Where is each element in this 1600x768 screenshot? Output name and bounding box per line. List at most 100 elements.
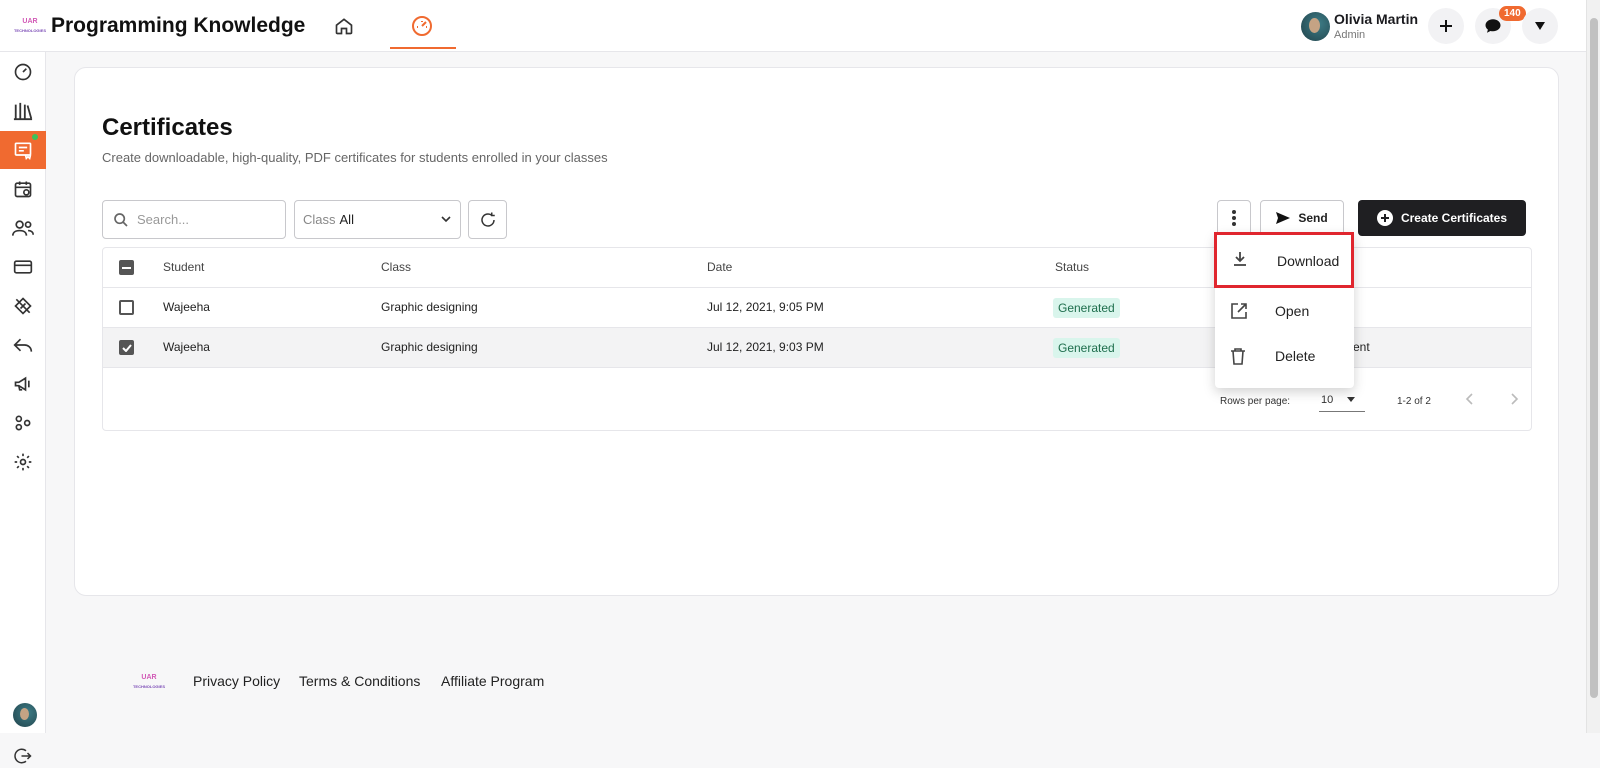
- sidebar-item-users[interactable]: [0, 209, 46, 247]
- pagination-info: 1-2 of 2: [1397, 396, 1431, 407]
- row-class: Graphic designing: [381, 340, 478, 354]
- kebab-menu-icon: [1232, 210, 1236, 226]
- column-header-student[interactable]: Student: [163, 260, 204, 274]
- account-menu-button[interactable]: [1522, 8, 1558, 44]
- select-all-checkbox[interactable]: [119, 260, 134, 275]
- menu-item-delete-label: Delete: [1275, 348, 1316, 364]
- rows-per-page-label: Rows per page:: [1220, 396, 1291, 407]
- logo-subtext: TECHNOLOGIES: [13, 28, 46, 33]
- sidebar-item-library[interactable]: [0, 92, 46, 130]
- brand-logo[interactable]: UAR TECHNOLOGIES: [12, 17, 48, 35]
- class-filter-value: All: [339, 212, 354, 227]
- search-box[interactable]: [102, 200, 286, 239]
- row-checkbox[interactable]: [119, 300, 134, 315]
- dashboard-icon[interactable]: [410, 14, 434, 38]
- dashboard-icon: [14, 63, 32, 81]
- page-scrollbar[interactable]: [1586, 0, 1600, 733]
- more-actions-button[interactable]: [1217, 200, 1251, 236]
- rows-per-page-select[interactable]: 10: [1319, 394, 1365, 412]
- send-button[interactable]: Send: [1260, 200, 1344, 236]
- open-external-icon: [1231, 303, 1247, 319]
- row-extra-text: ent: [1353, 340, 1370, 354]
- row-checkbox[interactable]: [119, 340, 134, 355]
- row-student: Wajeeha: [163, 340, 210, 354]
- footer-link-terms[interactable]: Terms & Conditions: [299, 673, 420, 689]
- menu-item-delete[interactable]: Delete: [1215, 335, 1354, 379]
- user-role: Admin: [1334, 29, 1366, 41]
- column-header-date[interactable]: Date: [707, 260, 732, 274]
- certificate-icon: [14, 142, 32, 160]
- add-button[interactable]: [1428, 8, 1464, 44]
- page-subtitle: Create downloadable, high-quality, PDF c…: [102, 150, 608, 165]
- chat-bubble-icon: [1485, 19, 1501, 33]
- chevron-down-icon: [441, 216, 451, 223]
- home-icon[interactable]: [332, 14, 356, 38]
- create-certificates-label: Create Certificates: [1400, 211, 1508, 225]
- actions-dropdown-menu: Download Open Delete: [1214, 232, 1354, 388]
- row-class: Graphic designing: [381, 300, 478, 314]
- notification-badge: 140: [1499, 6, 1526, 21]
- menu-item-open[interactable]: Open: [1215, 290, 1354, 334]
- integrations-icon: [15, 415, 31, 431]
- sidebar-item-dashboard[interactable]: [0, 53, 46, 91]
- chevron-left-icon[interactable]: [1463, 392, 1477, 406]
- sidebar-item-coupons[interactable]: [0, 287, 46, 325]
- top-bar: UAR TECHNOLOGIES Programming Knowledge O…: [0, 0, 1586, 52]
- class-filter-label: Class: [303, 212, 336, 227]
- column-header-status[interactable]: Status: [1055, 260, 1089, 274]
- footer-link-privacy[interactable]: Privacy Policy: [193, 673, 280, 689]
- send-icon: [1276, 212, 1291, 224]
- page-title: Certificates: [102, 114, 233, 141]
- sidebar-item-settings[interactable]: [0, 443, 46, 481]
- scrollbar-thumb[interactable]: [1590, 18, 1598, 698]
- checkmark-icon: [121, 343, 132, 352]
- user-avatar[interactable]: [1301, 12, 1330, 41]
- caret-down-icon: [1347, 397, 1355, 402]
- megaphone-icon: [14, 376, 30, 392]
- column-header-class[interactable]: Class: [381, 260, 411, 274]
- caret-down-icon: [1535, 22, 1545, 30]
- users-icon: [12, 220, 34, 236]
- footer-logo-subtext: TECHNOLOGIES: [132, 684, 165, 689]
- logo-text: UAR: [22, 18, 38, 25]
- settings-icon: [14, 453, 32, 471]
- sidebar-user-avatar[interactable]: [13, 703, 37, 727]
- reply-icon: [13, 338, 33, 352]
- credit-card-icon: [13, 260, 33, 274]
- search-icon: [114, 212, 128, 227]
- indeterminate-icon: [122, 266, 131, 269]
- sidebar-item-replies[interactable]: [0, 326, 46, 364]
- sidebar: [0, 52, 46, 764]
- status-badge: Generated: [1053, 338, 1120, 358]
- sidebar-item-certificates[interactable]: [0, 131, 46, 169]
- active-tab-indicator: [390, 47, 456, 49]
- send-label: Send: [1298, 211, 1328, 225]
- footer-logo[interactable]: UAR TECHNOLOGIES: [131, 673, 167, 691]
- class-filter-select[interactable]: Class All: [294, 200, 461, 239]
- row-student: Wajeeha: [163, 300, 210, 314]
- row-date: Jul 12, 2021, 9:05 PM: [707, 300, 824, 314]
- sidebar-item-integrations[interactable]: [0, 404, 46, 442]
- search-input[interactable]: [137, 212, 277, 227]
- refresh-button[interactable]: [468, 200, 507, 239]
- menu-item-download[interactable]: Download: [1214, 232, 1354, 288]
- footer-logo-text: UAR: [141, 674, 157, 681]
- chevron-right-icon[interactable]: [1507, 392, 1521, 406]
- menu-item-download-label: Download: [1277, 253, 1340, 269]
- app-title: Programming Knowledge: [51, 14, 306, 37]
- sidebar-item-calendar[interactable]: [0, 170, 46, 208]
- plus-circle-icon: [1376, 210, 1393, 226]
- footer-link-affiliate[interactable]: Affiliate Program: [441, 673, 544, 689]
- user-name[interactable]: Olivia Martin: [1334, 11, 1418, 27]
- rows-per-page-value: 10: [1321, 394, 1334, 406]
- download-icon: [1234, 252, 1246, 266]
- plus-icon: [1440, 20, 1452, 32]
- trash-icon: [1231, 348, 1245, 365]
- sidebar-item-announcements[interactable]: [0, 365, 46, 403]
- active-indicator-dot: [32, 134, 38, 140]
- logout-icon[interactable]: [11, 744, 35, 768]
- create-certificates-button[interactable]: Create Certificates: [1358, 200, 1526, 236]
- refresh-icon: [480, 212, 495, 227]
- status-badge: Generated: [1053, 298, 1120, 318]
- sidebar-item-payments[interactable]: [0, 248, 46, 286]
